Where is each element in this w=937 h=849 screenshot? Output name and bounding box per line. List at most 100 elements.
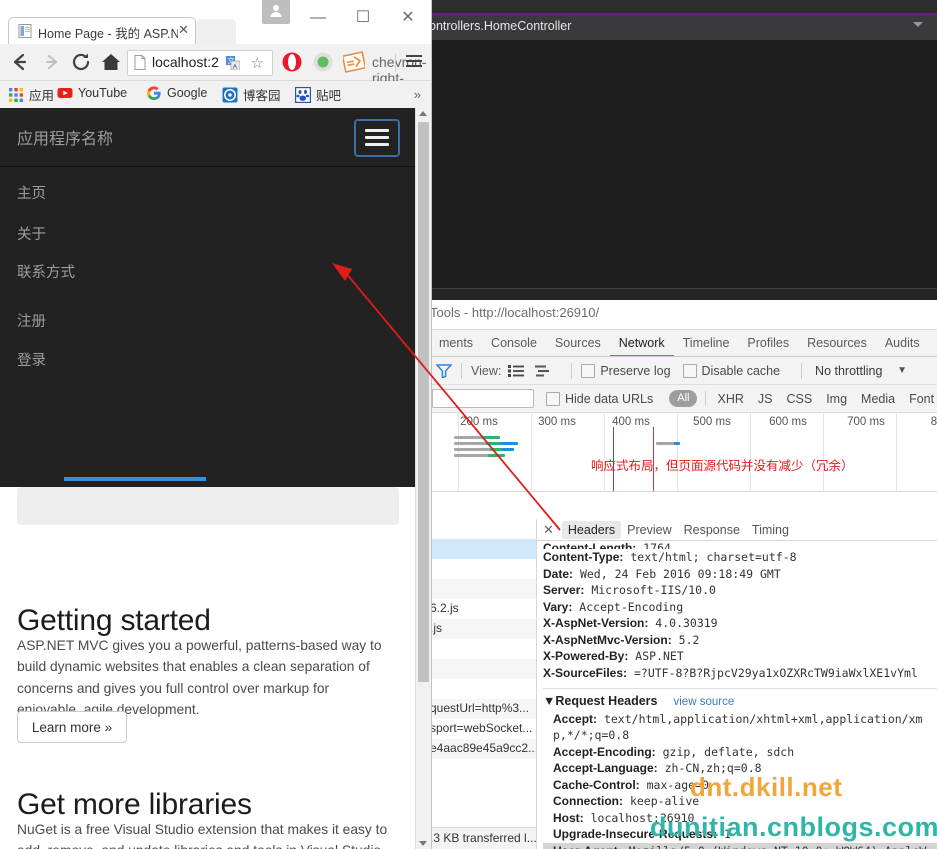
close-icon[interactable]: ✕ <box>178 22 189 38</box>
table-row[interactable] <box>426 639 536 659</box>
maximize-button[interactable]: ☐ <box>348 8 378 28</box>
table-row[interactable] <box>426 559 536 579</box>
checkbox-box[interactable] <box>581 363 596 378</box>
preserve-log-checkbox[interactable]: Preserve log <box>581 363 671 378</box>
arrow-left-icon[interactable] <box>8 51 32 73</box>
orange-extension-icon[interactable] <box>343 51 365 73</box>
headers-content[interactable]: Content-Length: 1764 Content-Type: text/… <box>537 541 937 849</box>
sidebar-item-home[interactable]: 主页 <box>17 182 46 203</box>
tab-elements[interactable]: ments <box>430 330 482 356</box>
hide-data-urls-checkbox[interactable]: Hide data URLs <box>546 391 653 406</box>
green-dot-extension-icon[interactable] <box>312 51 334 73</box>
hamburger-menu-icon[interactable] <box>405 53 423 69</box>
page-scrollbar[interactable] <box>415 108 431 849</box>
scroll-down-arrow-icon[interactable] <box>419 841 427 846</box>
chevron-down-icon[interactable] <box>913 22 923 27</box>
disable-cache-checkbox[interactable]: Disable cache <box>682 363 780 378</box>
sidebar-item-login[interactable]: 登录 <box>17 349 46 370</box>
table-row[interactable]: questUrl=http%3... <box>426 699 536 719</box>
table-row[interactable]: e4aac89e45a9cc2... <box>426 739 536 759</box>
tab-timing[interactable]: Timing <box>746 521 795 539</box>
translate-icon[interactable]: 文 A <box>226 56 240 70</box>
tab-response[interactable]: Response <box>678 521 746 539</box>
chevron-down-icon[interactable]: ▼ <box>897 365 907 376</box>
disclosure-triangle-icon[interactable]: ▼ <box>543 694 555 708</box>
filter-input[interactable] <box>432 389 534 408</box>
header-line: Host: localhost:26910 <box>543 810 937 827</box>
new-tab-button[interactable] <box>196 19 236 44</box>
sidebar-item-register[interactable]: 注册 <box>17 310 46 331</box>
table-row[interactable] <box>426 519 536 539</box>
checkbox-box[interactable] <box>682 363 697 378</box>
request-detail-tabstrip[interactable]: ✕ Headers Preview Response Timing <box>537 519 937 541</box>
network-request-list[interactable]: 6.2.js .js questUrl=http%3... sport=webS… <box>426 519 537 849</box>
filter-img[interactable]: Img <box>819 392 854 406</box>
browser-tab[interactable]: Home Page - 我的 ASP.N ✕ <box>8 17 196 45</box>
devtools-tabstrip[interactable]: ments Console Sources Network Timeline P… <box>426 329 937 357</box>
bookmark-label: YouTube <box>78 86 128 100</box>
tab-preview[interactable]: Preview <box>621 521 677 539</box>
waterfall-view-icon[interactable] <box>535 365 551 377</box>
tab-profiles[interactable]: Profiles <box>738 330 798 356</box>
reload-icon[interactable] <box>70 51 94 73</box>
table-row[interactable] <box>426 659 536 679</box>
profile-button[interactable] <box>262 0 290 24</box>
funnel-icon[interactable] <box>436 363 452 378</box>
table-row[interactable] <box>426 579 536 599</box>
bookmark-google[interactable]: Google <box>146 85 207 101</box>
tab-headers[interactable]: Headers <box>561 520 622 539</box>
bookmark-cnblogs[interactable]: 博客园 <box>222 85 281 104</box>
filter-css[interactable]: CSS <box>779 392 819 406</box>
scrollbar-thumb[interactable] <box>418 122 429 682</box>
bookmark-tieba[interactable]: 贴吧 <box>295 85 341 104</box>
filter-xhr[interactable]: XHR <box>710 392 750 406</box>
tab-resources[interactable]: Resources <box>798 330 876 356</box>
hamburger-toggler-icon <box>365 129 389 132</box>
filter-media[interactable]: Media <box>854 392 902 406</box>
filter-js[interactable]: JS <box>751 392 780 406</box>
header-key: Cache-Control: <box>553 777 640 792</box>
scroll-up-arrow-icon[interactable] <box>419 111 427 116</box>
header-value: Mozilla/5.0 (Windows NT 10.0; WOW64) App… <box>629 844 927 849</box>
tab-sources[interactable]: Sources <box>546 330 610 356</box>
close-icon[interactable]: ✕ <box>543 522 554 538</box>
request-headers-section[interactable]: ▼Request Headers view source <box>543 688 937 711</box>
svg-text:A: A <box>233 63 238 70</box>
sidebar-item-contact[interactable]: 联系方式 <box>17 261 75 282</box>
view-source-link[interactable]: view source <box>674 696 735 708</box>
arrow-right-icon[interactable] <box>40 51 64 73</box>
checkbox-box[interactable] <box>546 391 560 406</box>
home-icon[interactable] <box>99 51 123 73</box>
sidebar-item-about[interactable]: 关于 <box>17 223 46 244</box>
table-row[interactable] <box>426 539 536 559</box>
filter-font[interactable]: Font <box>902 392 937 406</box>
vs-navigation-bar[interactable]: ontrollers.HomeController <box>425 16 937 41</box>
navbar-toggler-button[interactable] <box>354 119 400 157</box>
tab-timeline[interactable]: Timeline <box>674 330 739 356</box>
site-brand[interactable]: 应用程序名称 <box>17 125 113 149</box>
section-body: NuGet is a free Visual Studio extension … <box>17 821 388 849</box>
header-line: Accept: text/html,application/xhtml+xml,… <box>543 711 937 728</box>
vs-code-editor[interactable] <box>425 40 937 300</box>
address-bar[interactable]: localhost:2 文 A ☆ <box>127 50 273 76</box>
table-row[interactable]: .js <box>426 619 536 639</box>
close-button[interactable]: ✕ <box>393 8 423 28</box>
bookmarks-overflow-icon[interactable]: » <box>414 87 421 102</box>
throttling-select[interactable]: No throttling <box>815 364 882 378</box>
tab-network[interactable]: Network <box>609 330 674 356</box>
site-navbar: 应用程序名称 <box>0 108 416 167</box>
opera-extension-icon[interactable] <box>281 51 303 73</box>
bookmark-apps[interactable]: 应用 <box>8 85 54 104</box>
filter-all-pill[interactable]: All <box>669 390 698 407</box>
table-row[interactable]: sport=webSocket... <box>426 719 536 739</box>
learn-more-button-1[interactable]: Learn more » <box>17 711 127 743</box>
network-timeline-overview[interactable]: 200 ms 300 ms 400 ms 500 ms 600 ms 700 m… <box>426 413 937 492</box>
tab-console[interactable]: Console <box>482 330 546 356</box>
table-row[interactable]: 6.2.js <box>426 599 536 619</box>
list-view-icon[interactable] <box>508 364 525 377</box>
table-row[interactable] <box>426 679 536 699</box>
minimize-button[interactable]: — <box>303 8 333 28</box>
tab-audits[interactable]: Audits <box>876 330 929 356</box>
star-icon[interactable]: ☆ <box>251 54 264 72</box>
bookmark-youtube[interactable]: YouTube <box>57 85 127 101</box>
